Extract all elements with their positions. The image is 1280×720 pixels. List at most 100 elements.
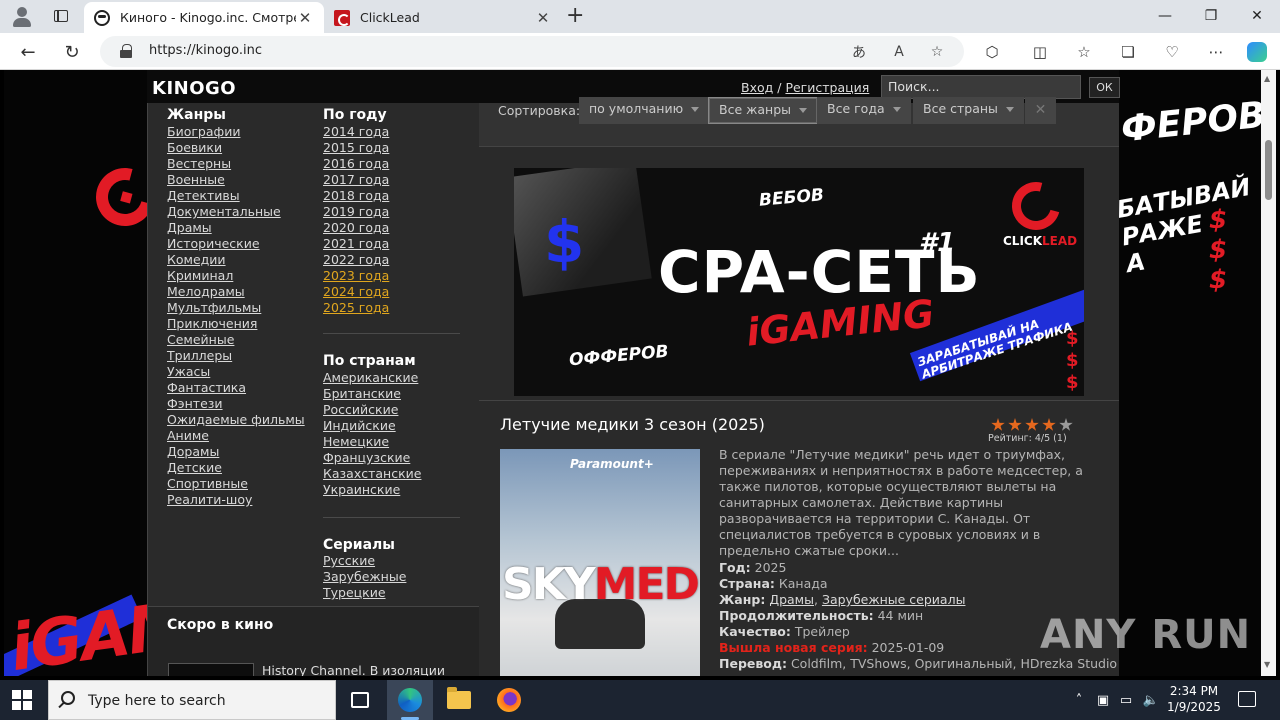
years-item[interactable]: 2019 года (323, 204, 389, 220)
genres-item[interactable]: Детские (167, 460, 305, 476)
tab-actions-icon[interactable] (48, 4, 74, 28)
star-icon[interactable] (1025, 418, 1039, 431)
years-item[interactable]: 2024 года (323, 284, 389, 300)
split-screen-icon[interactable]: ◫ (1026, 38, 1054, 66)
network-icon[interactable]: ▭ (1116, 680, 1136, 720)
genres-item[interactable]: Ожидаемые фильмы (167, 412, 305, 428)
years-item[interactable]: 2018 года (323, 188, 389, 204)
genres-item[interactable]: Исторические (167, 236, 305, 252)
site-logo[interactable]: KINOGO (152, 78, 236, 99)
genre-link[interactable]: Драмы (769, 592, 814, 607)
copilot-icon[interactable] (1243, 38, 1271, 66)
countries-item[interactable]: Украинские (323, 482, 421, 498)
genres-item[interactable]: Аниме (167, 428, 305, 444)
years-item[interactable]: 2022 года (323, 252, 389, 268)
device-icon[interactable]: ▣ (1093, 680, 1113, 720)
countries-item[interactable]: Британские (323, 386, 421, 402)
genres-item[interactable]: Приключения (167, 316, 305, 332)
genres-item[interactable]: Военные (167, 172, 305, 188)
movie-poster[interactable]: Paramount+ SKYMED (500, 449, 700, 676)
countries-item[interactable]: Немецкие (323, 434, 421, 450)
page-scrollbar[interactable]: ▲ ▼ (1261, 70, 1276, 676)
lock-icon[interactable] (120, 44, 132, 58)
years-item[interactable]: 2020 года (323, 220, 389, 236)
movie-title[interactable]: Летучие медики 3 сезон (2025) (500, 415, 765, 434)
years-item[interactable]: 2014 года (323, 124, 389, 140)
genres-item[interactable]: Боевики (167, 140, 305, 156)
scrollbar-thumb[interactable] (1265, 140, 1272, 200)
star-icon[interactable] (1042, 418, 1056, 431)
year-select[interactable]: Все года (817, 97, 911, 124)
firefox-taskbar-button[interactable] (486, 680, 532, 720)
years-item[interactable]: 2015 года (323, 140, 389, 156)
genre-link[interactable]: Зарубежные сериалы (822, 592, 966, 607)
chevron-up-icon[interactable]: ˄ (1068, 680, 1090, 720)
ad-banner[interactable]: $ ВЕБОВ CPA-СЕТЬ #1 iGAMING ОФФЕРОВ ЗАРА… (514, 168, 1084, 396)
genres-item[interactable]: Реалити-шоу (167, 492, 305, 508)
countries-item[interactable]: Индийские (323, 418, 421, 434)
taskbar-search[interactable]: Type here to search (48, 680, 336, 720)
close-tab-icon[interactable]: ✕ (296, 9, 314, 27)
extensions-icon[interactable]: ⬡ (978, 38, 1006, 66)
more-menu-icon[interactable]: ⋯ (1202, 38, 1230, 66)
genres-item[interactable]: Дорамы (167, 444, 305, 460)
scroll-up-icon[interactable]: ▲ (1264, 74, 1270, 83)
genres-item[interactable]: Спортивные (167, 476, 305, 492)
rating-stars[interactable] (991, 417, 1076, 431)
genres-item[interactable]: Драмы (167, 220, 305, 236)
years-item[interactable]: 2016 года (323, 156, 389, 172)
genres-item[interactable]: Документальные (167, 204, 305, 220)
years-item[interactable]: 2017 года (323, 172, 389, 188)
genres-item[interactable]: Детективы (167, 188, 305, 204)
notifications-icon[interactable] (1238, 691, 1256, 707)
read-aloud-icon[interactable]: A (888, 41, 910, 63)
sort-order-select[interactable]: по умолчанию (579, 97, 710, 124)
country-select[interactable]: Все страны (913, 97, 1024, 124)
register-link[interactable]: Регистрация (785, 80, 869, 95)
genres-item[interactable]: Комедии (167, 252, 305, 268)
minimize-icon[interactable]: — (1142, 0, 1188, 32)
collections-icon[interactable]: ❏ (1114, 38, 1142, 66)
star-icon[interactable] (1059, 418, 1073, 431)
genres-item[interactable]: Фантастика (167, 380, 305, 396)
browser-essentials-icon[interactable]: ♡ (1158, 38, 1186, 66)
genres-item[interactable]: Мультфильмы (167, 300, 305, 316)
countries-item[interactable]: Французские (323, 450, 421, 466)
restore-icon[interactable]: ❐ (1188, 0, 1234, 32)
new-tab-icon[interactable]: + (566, 4, 584, 28)
scroll-down-icon[interactable]: ▼ (1264, 660, 1270, 669)
back-icon[interactable]: ← (14, 38, 42, 66)
genre-select[interactable]: Все жанры (708, 97, 819, 124)
favorite-star-icon[interactable]: ☆ (926, 41, 948, 63)
close-tab-icon[interactable]: ✕ (534, 9, 552, 27)
explorer-taskbar-button[interactable] (436, 680, 482, 720)
genres-item[interactable]: Фэнтези (167, 396, 305, 412)
coming-soon-thumbnail[interactable] (168, 663, 254, 676)
coming-soon-item[interactable]: History Channel. В изоляции (262, 663, 445, 676)
translate-icon[interactable]: あ (848, 41, 870, 63)
close-window-icon[interactable]: ✕ (1234, 0, 1280, 32)
genres-item[interactable]: Биографии (167, 124, 305, 140)
series-item[interactable]: Турецкие (323, 585, 406, 601)
tab-clicklead[interactable]: ClickLead ✕ (324, 2, 562, 33)
refresh-icon[interactable]: ↻ (58, 38, 86, 66)
star-icon[interactable] (1008, 418, 1022, 431)
clear-filters-button[interactable]: ✕ (1025, 97, 1056, 124)
search-input[interactable]: Поиск... (881, 75, 1081, 99)
genres-item[interactable]: Мелодрамы (167, 284, 305, 300)
task-view-button[interactable] (337, 680, 383, 720)
series-item[interactable]: Русские (323, 553, 406, 569)
tab-kinogo[interactable]: Киного - Kinogo.inc. Смотреть ф ✕ (84, 2, 324, 33)
windows-start-icon[interactable] (12, 690, 32, 710)
genres-item[interactable]: Семейные (167, 332, 305, 348)
search-button[interactable]: ОК (1089, 77, 1120, 98)
star-icon[interactable] (991, 418, 1005, 431)
edge-taskbar-button[interactable] (387, 680, 433, 720)
login-link[interactable]: Вход (741, 80, 773, 95)
volume-icon[interactable]: 🔈 (1140, 680, 1162, 720)
countries-item[interactable]: Российские (323, 402, 421, 418)
countries-item[interactable]: Американские (323, 370, 421, 386)
years-item[interactable]: 2025 года (323, 300, 389, 316)
taskbar-clock[interactable]: 2:34 PM 1/9/2025 (1166, 683, 1222, 715)
favorites-icon[interactable]: ☆ (1070, 38, 1098, 66)
